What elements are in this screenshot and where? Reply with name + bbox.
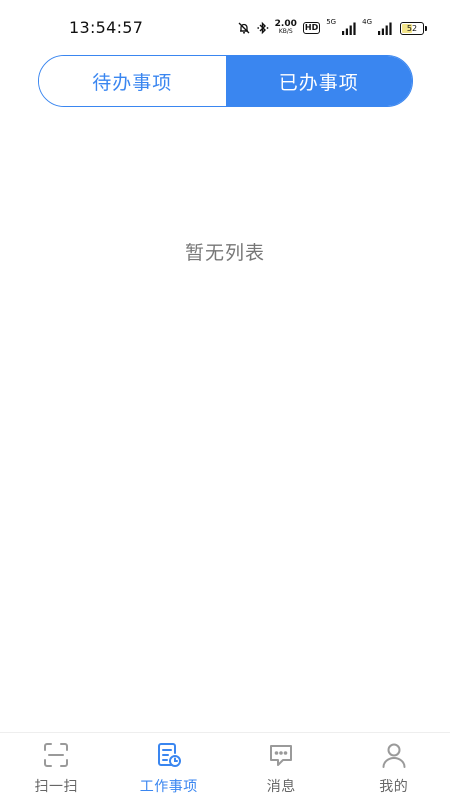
network-speed: 2.00 KB/S (275, 20, 297, 36)
nav-item-profile[interactable]: 我的 (338, 733, 450, 800)
empty-list-message: 暂无列表 (184, 242, 265, 264)
work-items-icon (154, 740, 184, 770)
message-icon (266, 740, 296, 770)
screen: 13:54:57 2.00 KB/S HD 5G 4G 52 待办事项 已办事项… (0, 0, 450, 800)
tab-pending[interactable]: 待办事项 (39, 56, 226, 106)
nav-label: 消息 (266, 779, 296, 795)
tab-completed[interactable]: 已办事项 (225, 56, 412, 106)
bottom-nav: 扫一扫 工作事项 消息 我的 (0, 732, 450, 800)
nav-label: 扫一扫 (34, 779, 78, 795)
nav-item-work-items[interactable]: 工作事项 (113, 733, 226, 800)
network-speed-value: 2.00 (274, 19, 297, 29)
network-speed-unit: KB/S (278, 28, 293, 35)
nav-item-messages[interactable]: 消息 (225, 733, 338, 800)
status-time: 13:54:57 (69, 18, 144, 37)
signal-icon (342, 22, 356, 35)
status-icons: 2.00 KB/S HD 5G 4G 52 (237, 18, 427, 38)
segmented-tabs: 待办事项 已办事项 (38, 55, 413, 107)
sim1-network-label: 5G (326, 18, 337, 26)
nav-label: 我的 (379, 779, 409, 795)
bluetooth-icon (256, 21, 269, 35)
hd-icon: HD (302, 22, 321, 34)
profile-icon (379, 740, 409, 770)
nav-item-scan[interactable]: 扫一扫 (0, 733, 113, 800)
nav-label: 工作事项 (139, 779, 198, 795)
sim2-network-label: 4G (362, 18, 372, 26)
battery-icon: 52 (400, 21, 427, 35)
signal-icon (378, 22, 392, 35)
status-bar: 13:54:57 2.00 KB/S HD 5G 4G 52 (0, 0, 450, 56)
scan-icon (41, 740, 71, 770)
mute-bell-icon (237, 21, 251, 35)
battery-level: 52 (406, 23, 418, 33)
